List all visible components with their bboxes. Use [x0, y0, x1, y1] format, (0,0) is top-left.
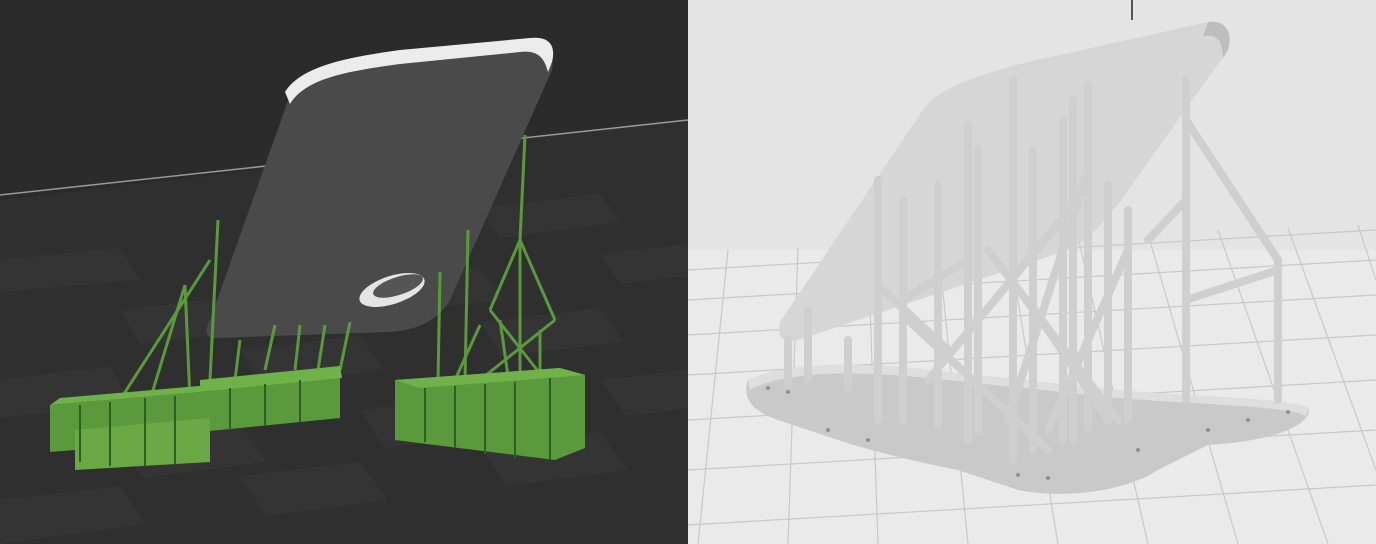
- fdm-viewport[interactable]: [0, 0, 688, 544]
- resin-viewport[interactable]: [688, 0, 1376, 544]
- fdm-scene: [0, 0, 688, 544]
- resin-scene: [688, 0, 1376, 544]
- comparison-view: [0, 0, 1376, 544]
